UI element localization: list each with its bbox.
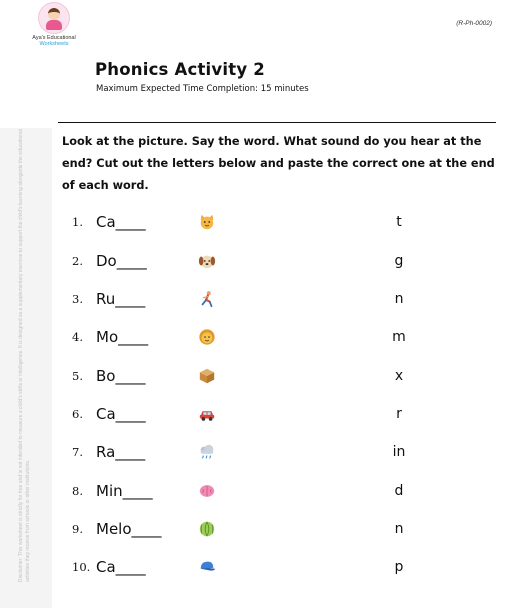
page-subtitle: Maximum Expected Time Completion: 15 min… xyxy=(96,84,309,94)
face-icon xyxy=(199,329,215,345)
word-blank: Melo____ xyxy=(96,520,162,538)
item-number: 10. xyxy=(72,560,91,574)
cutout-letter[interactable]: g xyxy=(384,249,414,273)
item-number: 4. xyxy=(72,330,83,344)
cap-icon xyxy=(200,561,216,571)
rain-cloud-icon xyxy=(200,444,214,459)
item-number: 9. xyxy=(72,522,83,536)
word-blank: Bo____ xyxy=(96,367,146,385)
word-blank: Ca____ xyxy=(96,213,146,231)
item-number: 5. xyxy=(72,369,83,383)
word-blank: Ra____ xyxy=(96,443,146,461)
cat-icon xyxy=(200,214,214,230)
word-blank: Ca____ xyxy=(96,558,146,576)
header-divider xyxy=(58,122,496,123)
cutout-letter[interactable]: n xyxy=(384,287,414,311)
word-blank: Ru____ xyxy=(96,290,146,308)
car-icon xyxy=(199,411,215,421)
cutout-letter[interactable]: t xyxy=(384,210,414,234)
logo-badge-icon xyxy=(38,2,70,34)
melon-icon xyxy=(199,521,215,537)
brand-name-line2: Worksheets xyxy=(39,41,69,47)
word-blank: Ca____ xyxy=(96,405,146,423)
cutout-letter[interactable]: p xyxy=(384,555,414,579)
word-blank: Min____ xyxy=(96,482,153,500)
box-icon xyxy=(199,368,215,384)
dog-icon xyxy=(198,255,216,269)
cutout-letter[interactable]: in xyxy=(384,440,414,464)
item-number: 2. xyxy=(72,254,83,268)
word-blank: Mo____ xyxy=(96,328,149,346)
cutout-letter[interactable]: n xyxy=(384,517,414,541)
cutout-letter[interactable]: x xyxy=(384,364,414,388)
page-title: Phonics Activity 2 xyxy=(95,60,265,79)
disclaimer-text: Disclaimer: This worksheet is strictly f… xyxy=(18,129,31,582)
word-blank: Do____ xyxy=(96,252,147,270)
item-number: 1. xyxy=(72,215,83,229)
item-number: 7. xyxy=(72,445,83,459)
item-number: 6. xyxy=(72,407,83,421)
cutout-letter[interactable]: m xyxy=(384,325,414,349)
runner-icon xyxy=(201,291,213,308)
brand-logo: Aya's Educational Worksheets xyxy=(28,2,80,47)
cutout-letter[interactable]: d xyxy=(384,479,414,503)
item-number: 8. xyxy=(72,484,83,498)
worksheet-code: (R-Ph-0002) xyxy=(456,20,492,27)
item-number: 3. xyxy=(72,292,83,306)
brain-icon xyxy=(199,485,215,497)
instructions: Look at the picture. Say the word. What … xyxy=(62,135,495,192)
cutout-letter[interactable]: r xyxy=(384,402,414,426)
